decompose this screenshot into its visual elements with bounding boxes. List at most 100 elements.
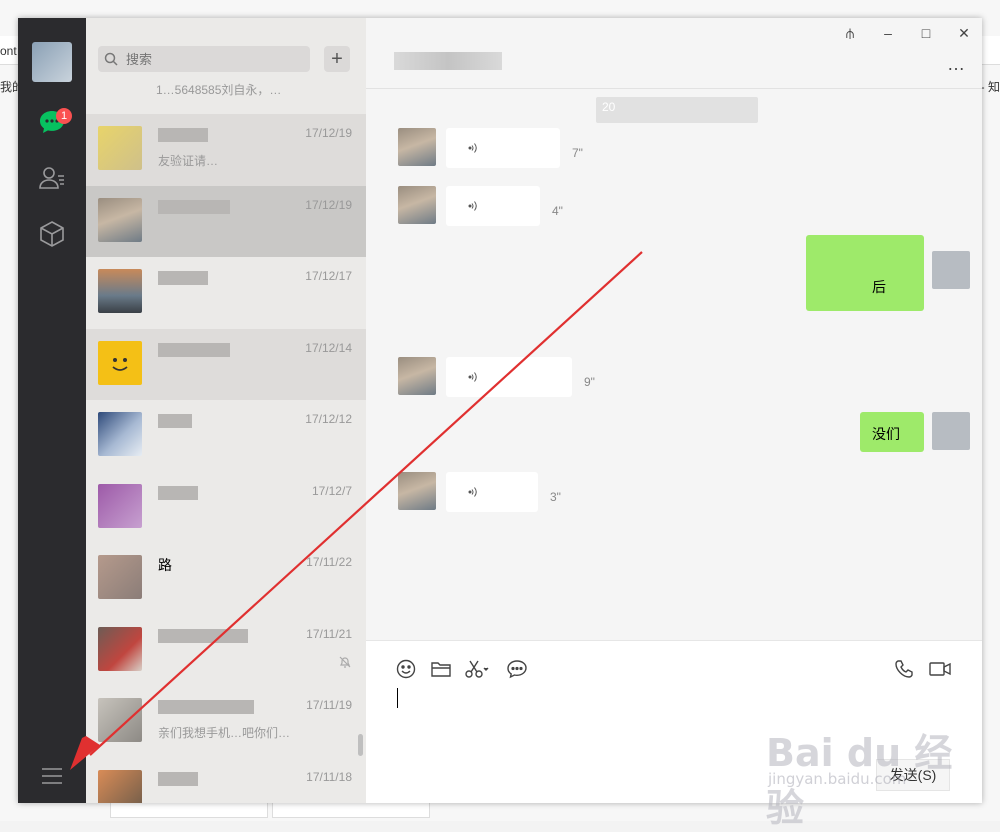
sidebar: 1 bbox=[18, 18, 86, 803]
sender-avatar[interactable] bbox=[398, 186, 436, 224]
maximize-button[interactable]: □ bbox=[914, 24, 938, 42]
self-message-text: 没们 bbox=[872, 426, 900, 442]
voice-duration: 7" bbox=[572, 146, 583, 160]
chat-list-item[interactable]: 17/12/17 bbox=[86, 257, 366, 329]
contact-avatar bbox=[98, 555, 142, 599]
contact-name: 路 bbox=[158, 557, 172, 573]
self-message-bubble[interactable]: 没们 bbox=[860, 412, 924, 452]
chat-time: 17/12/12 bbox=[305, 412, 352, 426]
voice-wave-icon bbox=[468, 372, 477, 382]
chat-time: 17/11/21 bbox=[306, 626, 352, 641]
sender-avatar[interactable] bbox=[398, 128, 436, 166]
add-chat-button[interactable]: + bbox=[324, 46, 350, 72]
contact-name bbox=[158, 126, 278, 143]
contact-name bbox=[158, 341, 278, 357]
chat-preview: 友验证请… bbox=[158, 154, 219, 168]
contact-name bbox=[158, 770, 278, 786]
voice-duration: 3" bbox=[550, 490, 561, 504]
minimize-button[interactable]: – bbox=[876, 24, 900, 42]
chat-history-icon[interactable] bbox=[506, 657, 528, 681]
close-button[interactable]: ✕ bbox=[952, 24, 976, 42]
chat-list-item[interactable]: 17/11/21 bbox=[86, 615, 366, 687]
chat-time: 17/12/17 bbox=[305, 269, 352, 283]
chat-list-item[interactable]: 17/11/18 bbox=[86, 758, 366, 803]
chat-time: 17/11/19 bbox=[306, 698, 352, 712]
chat-list-item[interactable]: 17/12/7 bbox=[86, 472, 366, 544]
menu-icon[interactable] bbox=[36, 760, 68, 792]
video-call-icon[interactable] bbox=[928, 657, 952, 681]
chat-list-item[interactable]: 17/11/19 亲们我想手机…吧你们… bbox=[86, 686, 366, 758]
chat-time: 17/12/19 bbox=[305, 126, 352, 140]
contact-avatar bbox=[98, 698, 142, 742]
chat-time: 17/12/19 bbox=[305, 197, 352, 212]
contact-name bbox=[158, 627, 278, 643]
contact-name bbox=[158, 698, 278, 715]
contact-avatar bbox=[98, 412, 142, 456]
self-avatar[interactable] bbox=[32, 42, 72, 82]
chat-list-item[interactable]: 17/12/12 bbox=[86, 400, 366, 472]
search-icon bbox=[98, 52, 124, 66]
self-message-avatar[interactable] bbox=[932, 251, 970, 289]
chat-title bbox=[394, 52, 502, 70]
voice-bubble[interactable] bbox=[446, 472, 538, 512]
contact-avatar bbox=[98, 269, 142, 313]
voice-call-icon[interactable] bbox=[894, 657, 914, 681]
contact-name bbox=[158, 412, 278, 429]
voice-bubble[interactable] bbox=[446, 357, 572, 397]
chat-list-item[interactable]: 17/12/14 bbox=[86, 328, 366, 400]
chat-list-item[interactable]: 17/12/19 友验证请… bbox=[86, 114, 366, 186]
contact-name bbox=[158, 269, 278, 286]
sender-avatar[interactable] bbox=[398, 472, 436, 510]
send-button[interactable]: 发送(S) bbox=[876, 759, 950, 791]
wechat-window: 1 + 1…5648585刘自永，… 17/12/19 友验证请… bbox=[18, 18, 982, 803]
self-message-bubble[interactable]: 后 bbox=[806, 235, 924, 311]
self-message-avatar[interactable] bbox=[932, 412, 970, 450]
contact-avatar bbox=[98, 126, 142, 170]
background-text: ont bbox=[0, 44, 17, 58]
pin-icon[interactable]: ⫛ bbox=[838, 24, 862, 42]
chat-header: ⫛ – □ ✕ … bbox=[366, 18, 982, 89]
voice-wave-icon bbox=[468, 143, 477, 153]
contact-avatar bbox=[98, 197, 142, 242]
voice-duration: 9" bbox=[584, 375, 595, 389]
contact-avatar bbox=[98, 483, 142, 528]
search-input[interactable] bbox=[124, 50, 298, 68]
chat-list-item[interactable]: 路 17/11/22 bbox=[86, 543, 366, 615]
contact-avatar bbox=[98, 769, 142, 803]
search-box[interactable] bbox=[98, 46, 310, 72]
sender-avatar[interactable] bbox=[398, 357, 436, 395]
chat-time: 17/12/7 bbox=[311, 483, 352, 498]
message-composer[interactable]: 发送(S) bbox=[366, 640, 982, 803]
contacts-icon[interactable] bbox=[36, 162, 68, 194]
favorites-icon[interactable] bbox=[36, 218, 68, 250]
voice-duration: 4" bbox=[552, 204, 563, 218]
chat-time: 17/11/22 bbox=[306, 555, 352, 569]
chat-preview: 亲们我想手机…吧你们… bbox=[158, 726, 291, 740]
voice-wave-icon bbox=[468, 201, 477, 211]
chat-list: 17/12/19 友验证请… 17/12/19 17/12/17 17/12/1… bbox=[86, 114, 366, 803]
chat-list-item-selected[interactable]: 17/12/19 bbox=[86, 185, 366, 257]
list-scrollbar[interactable] bbox=[358, 734, 363, 756]
chat-time: 17/12/14 bbox=[305, 340, 352, 355]
text-cursor bbox=[397, 688, 398, 708]
unread-badge: 1 bbox=[56, 108, 72, 124]
chat-time: 17/11/18 bbox=[306, 769, 352, 784]
voice-bubble[interactable] bbox=[446, 186, 540, 226]
chat-list-panel: + 1…5648585刘自永，… 17/12/19 友验证请… 17/12/19… bbox=[86, 18, 366, 803]
contact-name bbox=[158, 484, 278, 500]
list-snippet: 1…5648585刘自永，… bbox=[156, 83, 282, 97]
mute-bell-icon bbox=[338, 655, 352, 674]
smiley-avatar-icon bbox=[98, 340, 142, 385]
message-area: 20 7" 4" 后 9" 没们 3" bbox=[366, 89, 982, 639]
folder-icon[interactable] bbox=[430, 657, 452, 681]
voice-wave-icon bbox=[468, 487, 477, 497]
chat-main: ⫛ – □ ✕ … 20 7" 4" 后 9" 没们 3" 发送(S) bbox=[366, 18, 982, 803]
date-divider: 20 bbox=[596, 97, 758, 123]
contact-name bbox=[158, 198, 278, 214]
emoji-icon[interactable] bbox=[396, 657, 416, 681]
screenshot-scissors-icon[interactable] bbox=[464, 657, 490, 681]
more-options-button[interactable]: … bbox=[947, 54, 966, 75]
contact-avatar bbox=[98, 626, 142, 671]
voice-bubble[interactable] bbox=[446, 128, 560, 168]
self-message-text: 后 bbox=[872, 279, 886, 295]
